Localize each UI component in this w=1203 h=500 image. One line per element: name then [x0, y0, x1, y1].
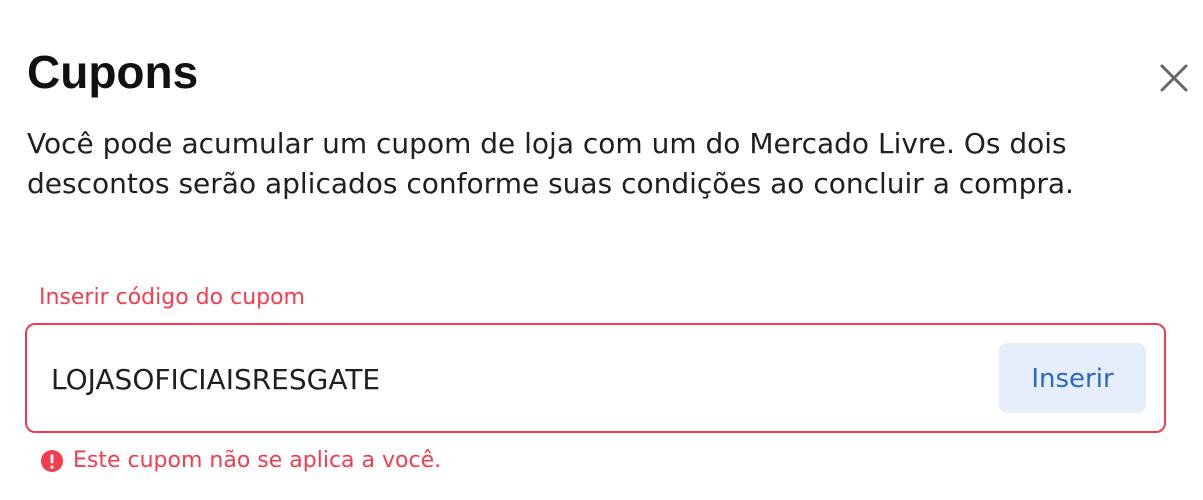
coupon-code-label: Inserir código do cupom — [39, 285, 305, 310]
coupon-error-text: Este cupom não se aplica a você. — [73, 448, 442, 473]
coupon-code-field: Inserir — [25, 323, 1166, 433]
close-icon — [1160, 64, 1188, 92]
insert-coupon-button[interactable]: Inserir — [999, 343, 1146, 413]
coupons-modal: Cupons Você pode acumular um cupom de lo… — [0, 0, 1203, 500]
error-icon — [41, 450, 63, 472]
coupon-code-input[interactable] — [51, 347, 971, 411]
close-button[interactable] — [1154, 58, 1194, 98]
modal-title: Cupons — [27, 46, 199, 98]
coupon-description: Você pode acumular um cupom de loja com … — [27, 127, 1074, 200]
coupon-error-message: Este cupom não se aplica a você. — [40, 445, 441, 477]
